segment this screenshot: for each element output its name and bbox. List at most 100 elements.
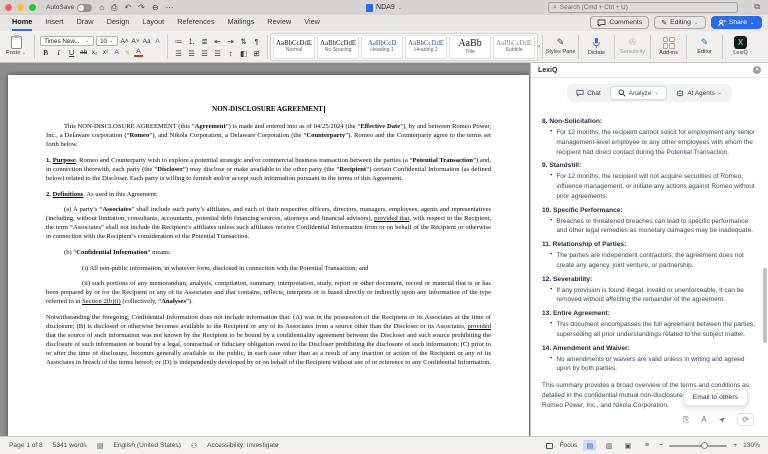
redo-icon[interactable]: ↷: [138, 3, 145, 12]
search-input[interactable]: ⌕ Search (Cmd + Ctrl + U): [548, 2, 738, 13]
accessibility-status[interactable]: Accessibility: Investigate: [207, 442, 278, 449]
doc-title-caret-icon[interactable]: ⌄: [398, 5, 402, 11]
ribbon-tab-view[interactable]: View: [304, 15, 320, 31]
regenerate-icon[interactable]: ⟳: [737, 413, 754, 426]
grow-font-icon[interactable]: A˄: [120, 38, 129, 45]
text-effects-icon[interactable]: A: [112, 49, 121, 56]
zoom-slider-knob[interactable]: [701, 442, 708, 449]
change-case-icon[interactable]: Aa: [142, 38, 151, 45]
tab-chat[interactable]: Chat: [569, 86, 608, 100]
line-spacing-icon[interactable]: ↕: [225, 49, 236, 58]
hide-ribbon-icon[interactable]: ⊖: [152, 3, 159, 12]
divider: [542, 35, 543, 59]
ribbon-tab-mailings[interactable]: Mailings: [228, 15, 255, 31]
print-layout-view-icon[interactable]: ▤: [583, 440, 596, 451]
undo-icon[interactable]: ↶: [124, 3, 131, 12]
sort-icon[interactable]: ⇅: [238, 37, 249, 46]
zoom-window-icon[interactable]: [29, 4, 36, 11]
web-layout-view-icon[interactable]: ▥: [602, 440, 615, 451]
style-normal[interactable]: AaBbCcDdENormal: [273, 35, 315, 59]
sensitivity-button[interactable]: ✇ Sensitivity: [617, 33, 648, 61]
style-subtitle[interactable]: AaBbCcDdESubtitle: [493, 35, 535, 59]
ribbon-tab-design[interactable]: Design: [107, 15, 130, 31]
italic-icon[interactable]: I: [53, 48, 64, 57]
page-indicator[interactable]: Page 1 of 8: [9, 442, 43, 449]
save-icon[interactable]: ⎙: [111, 3, 117, 13]
lexiq-ribbon-button[interactable]: X LexiQ: [725, 33, 756, 61]
indent-icon[interactable]: ⇥: [225, 37, 236, 46]
email-send-icon[interactable]: ➤: [719, 415, 726, 424]
close-window-icon[interactable]: [5, 4, 12, 11]
autosave-control[interactable]: AutoSave: [46, 4, 92, 12]
ribbon-tab-draw[interactable]: Draw: [77, 15, 94, 31]
share-icon: [718, 19, 726, 27]
comments-button[interactable]: Comments: [590, 16, 649, 29]
align-center-icon[interactable]: ☰: [186, 49, 197, 58]
editor-button[interactable]: ✎ Editor: [689, 33, 720, 61]
ribbon-tab-home[interactable]: Home: [12, 15, 32, 31]
home-icon[interactable]: ⌂: [99, 3, 104, 12]
style-no-spacing[interactable]: AaBbCcDdENo Spacing: [317, 35, 359, 59]
font-color-icon[interactable]: A: [134, 48, 143, 57]
share-button[interactable]: Share ⌄: [711, 16, 762, 29]
styles-pane-button[interactable]: ✎ Styles Pane: [545, 33, 576, 61]
style-heading-1[interactable]: AaBbCcDHeading 1: [361, 35, 403, 59]
pilcrow-icon[interactable]: ¶: [251, 37, 262, 46]
clear-formatting-icon[interactable]: A: [153, 38, 162, 45]
underline-icon[interactable]: U: [66, 48, 77, 57]
focus-label[interactable]: Focus: [559, 442, 577, 449]
more-commands-icon[interactable]: ⋯: [166, 3, 174, 12]
proofing-icon[interactable]: ▤: [97, 442, 104, 450]
close-icon[interactable]: ✕: [753, 66, 761, 74]
tab-analyze[interactable]: Analyze ⌄: [610, 86, 668, 100]
outdent-icon[interactable]: ⇤: [212, 37, 223, 46]
add-ins-button[interactable]: Add-ins: [653, 33, 684, 61]
styles-gallery-expander-icon[interactable]: ›: [538, 44, 540, 50]
copy-link-icon[interactable]: ⧉: [754, 2, 760, 12]
editing-mode-button[interactable]: ✎ Editing ⌄: [654, 16, 706, 29]
minimize-window-icon[interactable]: [17, 4, 24, 11]
word-count[interactable]: 5341 words: [53, 442, 87, 449]
align-left-icon[interactable]: ☰: [173, 49, 184, 58]
sidebar-scrollbar[interactable]: [763, 268, 767, 343]
highlight-icon[interactable]: ✎: [123, 49, 132, 57]
shrink-font-icon[interactable]: A˅: [131, 38, 140, 45]
align-right-icon[interactable]: ☰: [199, 49, 210, 58]
ribbon-tab-layout[interactable]: Layout: [142, 15, 164, 31]
copy-icon[interactable]: ⎘: [683, 415, 689, 425]
font-name-select[interactable]: Times New...⌄: [40, 36, 94, 46]
paste-button[interactable]: Paste ⌄: [0, 36, 32, 57]
zoom-slider[interactable]: [669, 445, 727, 447]
style-heading-2[interactable]: AaBbCcDdEHeading 2: [405, 35, 447, 59]
subscript-icon[interactable]: x₂: [90, 49, 99, 56]
dictate-button[interactable]: Dictate: [581, 33, 612, 61]
zoom-level[interactable]: 130%: [743, 442, 760, 449]
zoom-in-icon[interactable]: +: [733, 442, 737, 449]
analysis-summary-panel[interactable]: 8. Non-Solicitation:•For 12 months, the …: [531, 109, 768, 436]
tab-ai-agents[interactable]: AI Agents ⌄: [669, 86, 729, 100]
shading-icon[interactable]: ◧: [238, 49, 249, 58]
borders-icon[interactable]: ⊞: [251, 49, 262, 58]
bold-icon[interactable]: B: [40, 48, 51, 57]
autosave-toggle[interactable]: [77, 4, 92, 12]
ribbon-tab-references[interactable]: References: [177, 15, 214, 31]
document-page[interactable]: NON-DISCLOSURE AGREEMENT This NON-DISCLO…: [8, 75, 529, 436]
font-size-select[interactable]: 10⌄: [96, 36, 118, 46]
accessibility-icon[interactable]: ⚇: [191, 442, 197, 450]
multilevel-list-icon[interactable]: ≣: [199, 37, 210, 46]
numbered-list-icon[interactable]: ⒈: [186, 36, 197, 47]
ribbon-tab-insert[interactable]: Insert: [45, 15, 63, 31]
bullet-list-icon[interactable]: ≔: [173, 37, 184, 46]
justify-icon[interactable]: ☰: [212, 49, 223, 58]
superscript-icon[interactable]: x²: [101, 49, 110, 56]
strikethrough-icon[interactable]: ab: [79, 49, 88, 56]
zoom-out-icon[interactable]: −: [659, 442, 663, 449]
language-indicator[interactable]: English (United States): [113, 442, 180, 449]
document-title[interactable]: NDA9: [376, 4, 395, 11]
style-title[interactable]: AaBbTitle: [449, 35, 491, 59]
sensitivity-icon: ✇: [629, 37, 637, 48]
outline-view-icon[interactable]: ▣: [621, 440, 634, 451]
draft-view-icon[interactable]: ≡: [640, 440, 653, 451]
ribbon-tab-review[interactable]: Review: [267, 15, 291, 31]
profile-icon[interactable]: A: [701, 415, 706, 424]
